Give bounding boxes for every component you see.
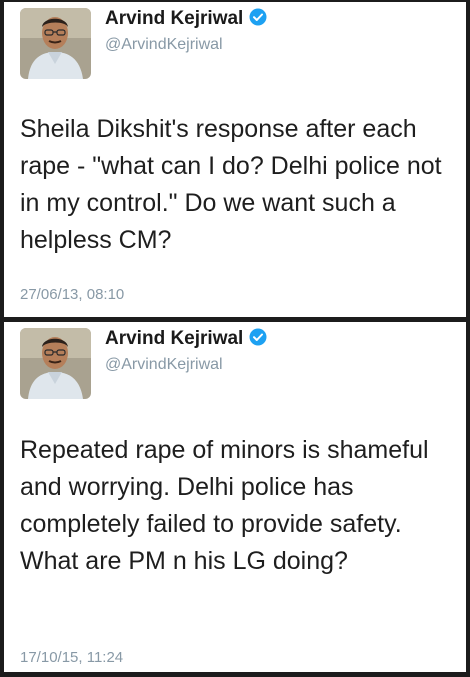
profile-photo-icon bbox=[20, 328, 91, 399]
tweet-card[interactable]: Arvind Kejriwal @ArvindKejriwal Repeated… bbox=[4, 322, 466, 672]
tweet-text: Repeated rape of minors is shameful and … bbox=[20, 436, 429, 575]
author-name[interactable]: Arvind Kejriwal bbox=[105, 8, 267, 30]
author-handle[interactable]: @ArvindKejriwal bbox=[105, 36, 223, 54]
profile-photo-icon bbox=[20, 8, 91, 79]
verified-badge-icon bbox=[249, 328, 267, 346]
verified-badge-icon bbox=[249, 8, 267, 26]
author-name[interactable]: Arvind Kejriwal bbox=[105, 328, 267, 350]
tweet-timestamp[interactable]: 27/06/13, 08:10 bbox=[20, 286, 124, 303]
avatar[interactable] bbox=[20, 8, 91, 79]
author-name-label: Arvind Kejriwal bbox=[105, 8, 244, 29]
tweet-timestamp[interactable]: 17/10/15, 11:24 bbox=[20, 649, 123, 666]
avatar[interactable] bbox=[20, 328, 91, 399]
tweet-text: Sheila Dikshit's response after each rap… bbox=[20, 115, 442, 254]
tweet-card[interactable]: Arvind Kejriwal @ArvindKejriwal Sheila D… bbox=[4, 2, 466, 317]
author-name-label: Arvind Kejriwal bbox=[105, 328, 244, 349]
author-handle[interactable]: @ArvindKejriwal bbox=[105, 356, 223, 374]
